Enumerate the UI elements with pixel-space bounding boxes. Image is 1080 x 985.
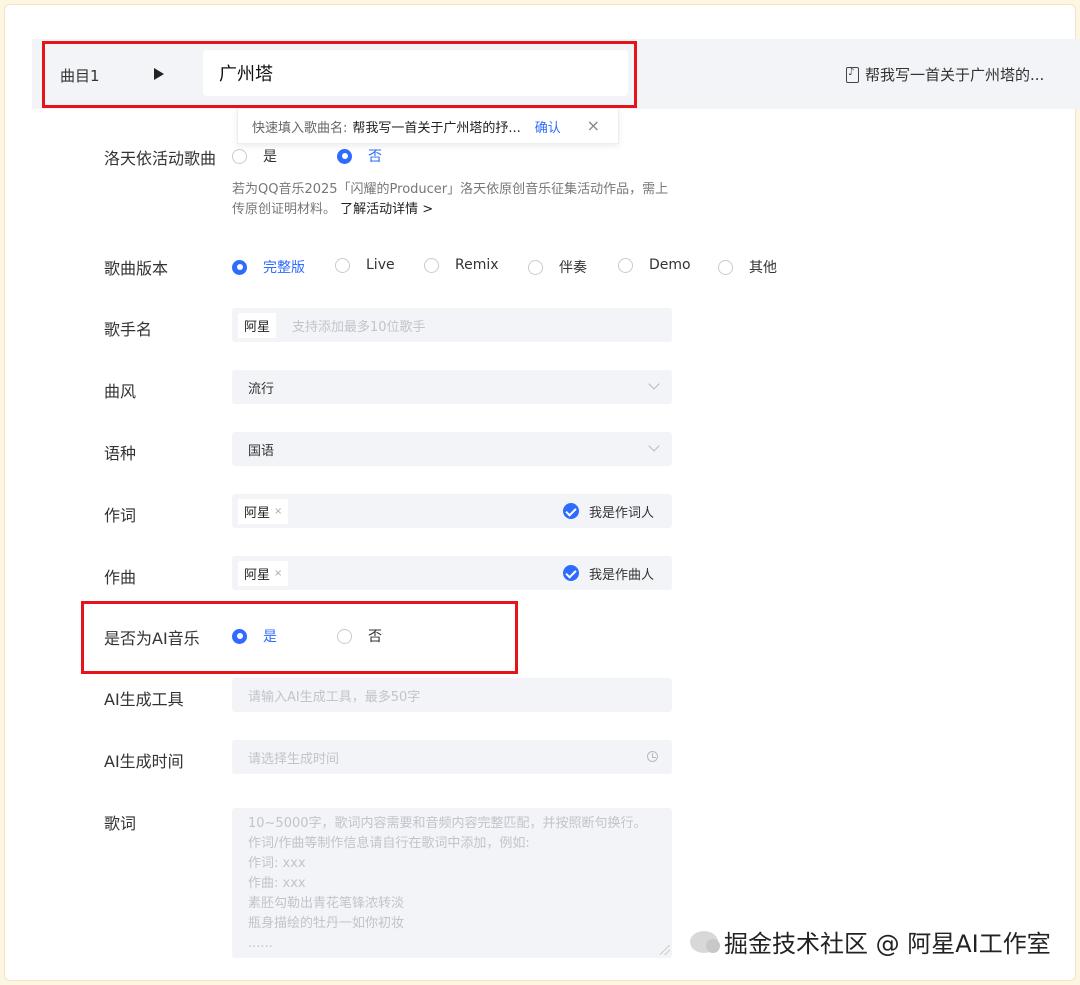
radio-circle-selected bbox=[232, 628, 247, 644]
radio-circle-selected bbox=[232, 259, 247, 275]
genre-value: 流行 bbox=[248, 381, 275, 397]
radio-label: Demo bbox=[649, 257, 691, 273]
ai-tool-placeholder: 请输入AI生成工具，最多50字 bbox=[248, 689, 421, 705]
lyricist-input[interactable]: 阿星 × 我是作词人 bbox=[232, 494, 672, 528]
self-composer-label: 我是作曲人 bbox=[588, 567, 654, 583]
radio-circle bbox=[528, 259, 543, 275]
radio-label: 完整版 bbox=[263, 260, 305, 276]
ai-music-no-radio[interactable]: 否 bbox=[337, 626, 382, 646]
radio-label: 否 bbox=[368, 149, 382, 165]
radio-circle bbox=[337, 628, 352, 644]
close-icon[interactable]: × bbox=[587, 116, 600, 135]
luotianyi-yes-radio[interactable]: 是 bbox=[232, 146, 277, 166]
singer-tag: 阿星 bbox=[238, 312, 277, 338]
genre-label: 曲风 bbox=[104, 382, 137, 401]
radio-circle bbox=[618, 257, 633, 273]
radio-circle bbox=[335, 257, 350, 273]
activity-details-link[interactable]: 了解活动详情 > bbox=[340, 202, 433, 217]
prompt-text: 帮我写一首关于广州塔的... bbox=[865, 66, 1045, 84]
prompt-link[interactable]: 帮我写一首关于广州塔的... bbox=[846, 64, 1044, 85]
music-doc-icon bbox=[846, 66, 859, 83]
language-select[interactable]: 国语 bbox=[232, 432, 672, 466]
composer-input[interactable]: 阿星 × 我是作曲人 bbox=[232, 556, 672, 590]
tag-remove-icon[interactable]: × bbox=[274, 568, 282, 579]
radio-circle-selected bbox=[337, 148, 352, 164]
ai-music-yes-radio[interactable]: 是 bbox=[232, 626, 277, 646]
language-label: 语种 bbox=[104, 444, 137, 463]
lyrics-label: 歌词 bbox=[104, 814, 137, 833]
singer-placeholder: 支持添加最多10位歌手 bbox=[292, 319, 426, 335]
lyricist-tag-text: 阿星 bbox=[244, 505, 271, 521]
watermark: 掘金技术社区 @ 阿星AI工作室 bbox=[690, 924, 1051, 959]
self-lyricist-label: 我是作词人 bbox=[588, 505, 654, 521]
radio-label: 是 bbox=[263, 149, 277, 165]
clock-icon bbox=[647, 751, 658, 762]
quick-fill-value: 帮我写一首关于广州塔的抒... bbox=[352, 120, 521, 136]
resize-handle-icon[interactable] bbox=[660, 945, 670, 955]
version-demo-radio[interactable]: Demo bbox=[618, 257, 691, 273]
version-accompaniment-radio[interactable]: 伴奏 bbox=[528, 257, 587, 277]
radio-circle bbox=[424, 257, 439, 273]
lyrics-placeholder-line: ...... bbox=[248, 936, 273, 951]
self-composer-checkbox[interactable]: 我是作曲人 bbox=[562, 564, 654, 583]
luotianyi-label: 洛天依活动歌曲 bbox=[104, 149, 217, 168]
language-value: 国语 bbox=[248, 443, 275, 459]
luotianyi-no-radio[interactable]: 否 bbox=[337, 146, 382, 166]
lyrics-placeholder-line: 作曲: xxx bbox=[248, 876, 306, 891]
radio-label: 是 bbox=[263, 629, 277, 645]
ai-music-label: 是否为AI音乐 bbox=[104, 629, 200, 648]
quick-fill-confirm-button[interactable]: 确认 bbox=[535, 117, 561, 136]
ai-time-label: AI生成时间 bbox=[104, 752, 184, 771]
lyrics-placeholder-line: 作词/作曲等制作信息请自行在歌词中添加，例如: bbox=[248, 836, 530, 851]
ai-tool-input[interactable]: 请输入AI生成工具，最多50字 bbox=[232, 678, 672, 712]
tag-remove-icon[interactable]: × bbox=[274, 506, 282, 517]
radio-label: 伴奏 bbox=[559, 260, 587, 276]
song-title-input[interactable] bbox=[203, 50, 628, 96]
self-lyricist-checkbox[interactable]: 我是作词人 bbox=[562, 502, 654, 521]
ai-tool-label: AI生成工具 bbox=[104, 690, 184, 709]
version-remix-radio[interactable]: Remix bbox=[424, 257, 499, 273]
check-icon bbox=[562, 503, 579, 519]
lyrics-placeholder-line: 10~5000字，歌词内容需要和音频内容完整匹配，并按照断句换行。 bbox=[248, 816, 647, 831]
wechat-icon bbox=[690, 930, 720, 953]
singer-tag-text: 阿星 bbox=[244, 319, 271, 335]
ai-time-placeholder: 请选择生成时间 bbox=[248, 751, 340, 767]
singer-input[interactable]: 阿星 支持添加最多10位歌手 bbox=[232, 308, 672, 342]
radio-circle bbox=[232, 148, 247, 164]
quick-fill-popup: 快速填入歌曲名: 帮我写一首关于广州塔的抒... 确认 × bbox=[237, 108, 619, 144]
version-full-radio[interactable]: 完整版 bbox=[232, 257, 305, 277]
activity-note: 若为QQ音乐2025「闪耀的Producer」洛天依原创音乐征集活动作品，需上传… bbox=[232, 180, 672, 220]
version-label: 歌曲版本 bbox=[104, 259, 169, 278]
radio-label: Live bbox=[366, 257, 395, 273]
watermark-text: 掘金技术社区 @ 阿星AI工作室 bbox=[724, 930, 1051, 958]
genre-select[interactable]: 流行 bbox=[232, 370, 672, 404]
chevron-down-icon bbox=[648, 440, 660, 452]
lyrics-textarea[interactable]: 10~5000字，歌词内容需要和音频内容完整匹配，并按照断句换行。 作词/作曲等… bbox=[232, 808, 672, 958]
radio-label: Remix bbox=[455, 257, 499, 273]
chevron-down-icon bbox=[648, 378, 660, 390]
version-other-radio[interactable]: 其他 bbox=[718, 257, 777, 277]
version-live-radio[interactable]: Live bbox=[335, 257, 395, 273]
composer-tag: 阿星 × bbox=[238, 560, 289, 586]
check-icon bbox=[562, 565, 579, 581]
composer-tag-text: 阿星 bbox=[244, 567, 271, 583]
lyricist-label: 作词 bbox=[104, 506, 137, 525]
activity-note-text: 若为QQ音乐2025「闪耀的Producer」洛天依原创音乐征集活动作品，需上传… bbox=[232, 182, 669, 217]
ai-time-picker[interactable]: 请选择生成时间 bbox=[232, 740, 672, 774]
lyricist-tag: 阿星 × bbox=[238, 498, 289, 524]
composer-label: 作曲 bbox=[104, 568, 137, 587]
track-number: 曲目1 bbox=[60, 67, 100, 85]
quick-fill-label: 快速填入歌曲名: bbox=[252, 120, 348, 136]
lyrics-placeholder-line: 作词: xxx bbox=[248, 856, 306, 871]
play-icon[interactable] bbox=[154, 68, 164, 80]
lyrics-placeholder-line: 素胚勾勒出青花笔锋浓转淡 bbox=[248, 896, 405, 911]
singer-label: 歌手名 bbox=[104, 320, 153, 339]
radio-label: 否 bbox=[368, 629, 382, 645]
radio-circle bbox=[718, 259, 733, 275]
lyrics-placeholder-line: 瓶身描绘的牡丹一如你初妆 bbox=[248, 916, 405, 931]
radio-label: 其他 bbox=[749, 260, 777, 276]
